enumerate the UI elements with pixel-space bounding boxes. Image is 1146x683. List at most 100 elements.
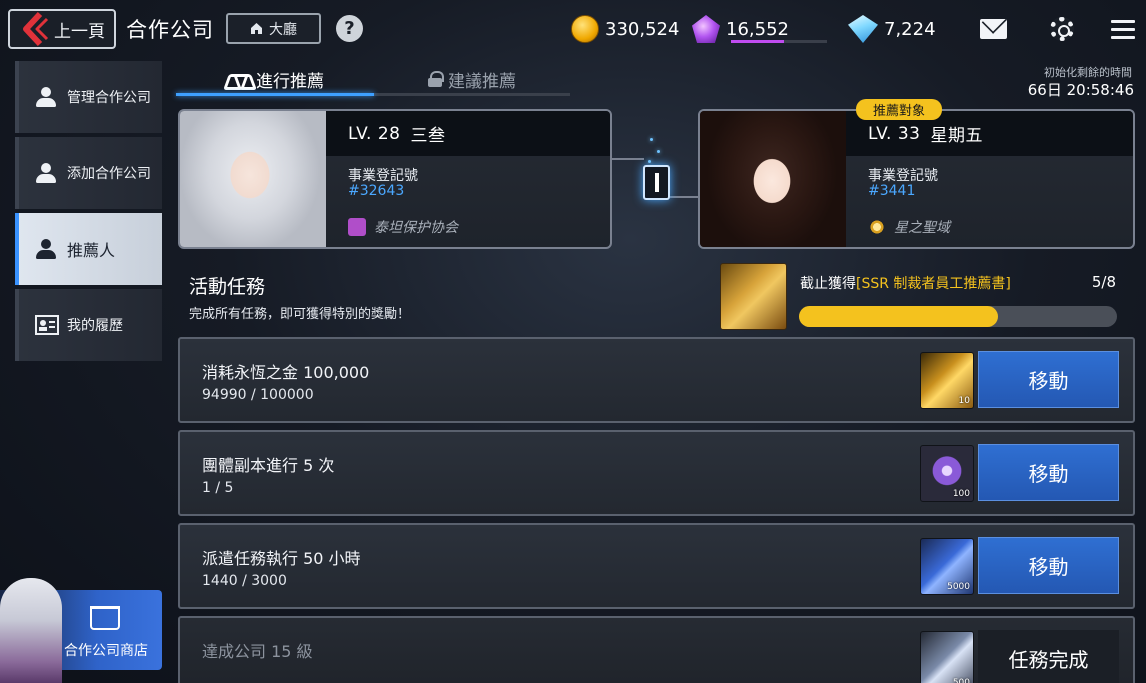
chip-icon[interactable]: 100: [920, 445, 974, 502]
lobby-button[interactable]: 大廳: [226, 13, 321, 44]
registration-label: 事業登記號: [868, 168, 938, 184]
resume-icon: [35, 315, 59, 335]
target-company-card[interactable]: LV. 33 星期五 事業登記號 #3441 星之聖域: [698, 109, 1135, 249]
mission-row: 團體副本進行 5 次 1 / 5 100 移動: [178, 430, 1135, 516]
back-button[interactable]: 上一頁: [8, 9, 116, 49]
purple-gauge: [731, 40, 827, 43]
guild-info: 泰坦保护协会: [348, 217, 458, 237]
mission-title: 派遣任務執行 50 小時: [202, 549, 361, 568]
gear-icon[interactable]: [1050, 17, 1074, 41]
sidebar-item-label: 推薦人: [67, 241, 116, 260]
sidebar-item-label: 我的履歷: [67, 318, 123, 334]
my-company-card[interactable]: LV. 28 三叁 事業登記號 #32643 泰坦保护协会: [178, 109, 612, 249]
move-button[interactable]: 移動: [978, 537, 1119, 594]
gold-coin-icon: [571, 15, 599, 43]
reward-progress-bar: [799, 306, 1117, 327]
sidebar-item-add[interactable]: 添加合作公司: [15, 137, 162, 209]
spark: [650, 138, 653, 141]
add-user-icon: [35, 163, 59, 183]
guild-emblem-icon: [868, 218, 886, 236]
sidebar-item-recommender[interactable]: 推薦人: [15, 213, 162, 285]
registration-label: 事業登記號: [348, 168, 418, 184]
reset-timer-value: 66日 20:58:46: [1027, 81, 1134, 99]
connector-line: [612, 158, 644, 160]
sidebar-item-manage[interactable]: 管理合作公司: [15, 61, 162, 133]
spark: [648, 160, 651, 163]
item-quantity: 100: [952, 489, 970, 499]
guild-name: 星之聖域: [894, 220, 950, 236]
reward-count: 5/8: [1091, 273, 1116, 291]
company-name: 三叁: [410, 126, 446, 146]
item-quantity: 500: [952, 678, 970, 683]
mission-row: 達成公司 15 級 500 任務完成: [178, 616, 1135, 683]
ssr-recommendation-book-icon[interactable]: [720, 263, 787, 330]
sidebar-item-label: 管理合作公司: [67, 90, 151, 106]
lock-icon: [428, 71, 444, 87]
target-badge: 推薦對象: [856, 99, 942, 120]
back-chevron-icon: [20, 11, 50, 47]
blue-gem-icon: [848, 15, 878, 43]
level-label: LV. 33: [868, 123, 921, 144]
book-icon[interactable]: 5000: [920, 538, 974, 595]
registration-number: #32643: [348, 183, 405, 199]
help-icon[interactable]: ?: [336, 15, 363, 42]
mission-title: 消耗永恆之金 100,000: [202, 363, 370, 382]
handshake-icon: [226, 72, 250, 86]
reward-text: 截止獲得[SSR 制裁者員工推薦書]: [800, 273, 1011, 293]
mission-title: 團體副本進行 5 次: [202, 456, 335, 475]
reset-timer-label: 初始化剩餘的時間: [1044, 66, 1132, 79]
back-label: 上一頁: [54, 21, 105, 42]
tab-suggested-recommend[interactable]: 建議推薦: [374, 62, 570, 96]
purple-gem-icon: [692, 15, 720, 43]
gold-amount: 330,524: [605, 18, 680, 40]
mail-icon[interactable]: [980, 19, 1007, 39]
gold-currency: 330,524: [571, 12, 679, 46]
mission-row: 派遣任務執行 50 小時 1440 / 3000 5000 移動: [178, 523, 1135, 609]
spark: [657, 150, 660, 153]
sidebar-item-label: 添加合作公司: [67, 166, 151, 182]
blue-currency: 7,224: [848, 12, 936, 46]
users-icon: [35, 87, 59, 107]
item-quantity: 10: [958, 396, 970, 406]
blue-amount: 7,224: [884, 18, 936, 40]
activity-subtitle: 完成所有任務，即可獲得特別的獎勵！: [189, 307, 411, 322]
reward-name: [SSR 制裁者員工推薦書]: [856, 276, 1011, 292]
top-bar: 上一頁 合作公司 大廳 ? 330,524 16,552 7,224: [0, 0, 1146, 58]
connector-line: [670, 196, 699, 198]
card-header: LV. 28 三叁: [326, 111, 610, 156]
tab-label: 建議推薦: [448, 71, 516, 92]
gold-card-icon[interactable]: 10: [920, 352, 974, 409]
shop-character-portrait: [0, 578, 62, 683]
activity-title: 活動任務: [189, 276, 266, 298]
mission-progress: 94990 / 100000: [202, 387, 314, 403]
tab-active-recommend[interactable]: 進行推薦: [176, 62, 374, 96]
move-button[interactable]: 移動: [978, 444, 1119, 501]
guild-name: 泰坦保护协会: [374, 220, 458, 236]
hamburger-menu-icon[interactable]: [1111, 20, 1135, 39]
lobby-label: 大廳: [269, 21, 297, 38]
move-button[interactable]: 移動: [978, 351, 1119, 408]
guild-emblem-icon: [348, 218, 366, 236]
company-name: 星期五: [930, 126, 983, 146]
shop-label: 合作公司商店: [64, 643, 148, 659]
mission-complete-button[interactable]: 任務完成: [978, 630, 1119, 683]
handshake-user-icon: [35, 239, 59, 259]
tab-label: 進行推薦: [256, 71, 324, 92]
reward-progress-fill: [799, 306, 998, 327]
mission-row: 消耗永恆之金 100,000 94990 / 100000 10 移動: [178, 337, 1135, 423]
registration-number: #3441: [868, 183, 916, 199]
character-portrait: [700, 111, 846, 247]
link-node-icon: [643, 165, 670, 200]
item-quantity: 5000: [947, 582, 970, 592]
page-title: 合作公司: [126, 18, 214, 42]
guild-info: 星之聖域: [868, 217, 950, 237]
home-icon: [251, 23, 262, 34]
sidebar-item-resume[interactable]: 我的履歷: [15, 289, 162, 361]
mission-title: 達成公司 15 級: [202, 642, 313, 661]
crystal-icon[interactable]: 500: [920, 631, 974, 683]
purple-gauge-fill: [731, 40, 784, 43]
purple-amount: 16,552: [726, 18, 789, 40]
level-label: LV. 28: [348, 123, 401, 144]
character-portrait: [180, 111, 326, 247]
mission-progress: 1 / 5: [202, 480, 234, 496]
